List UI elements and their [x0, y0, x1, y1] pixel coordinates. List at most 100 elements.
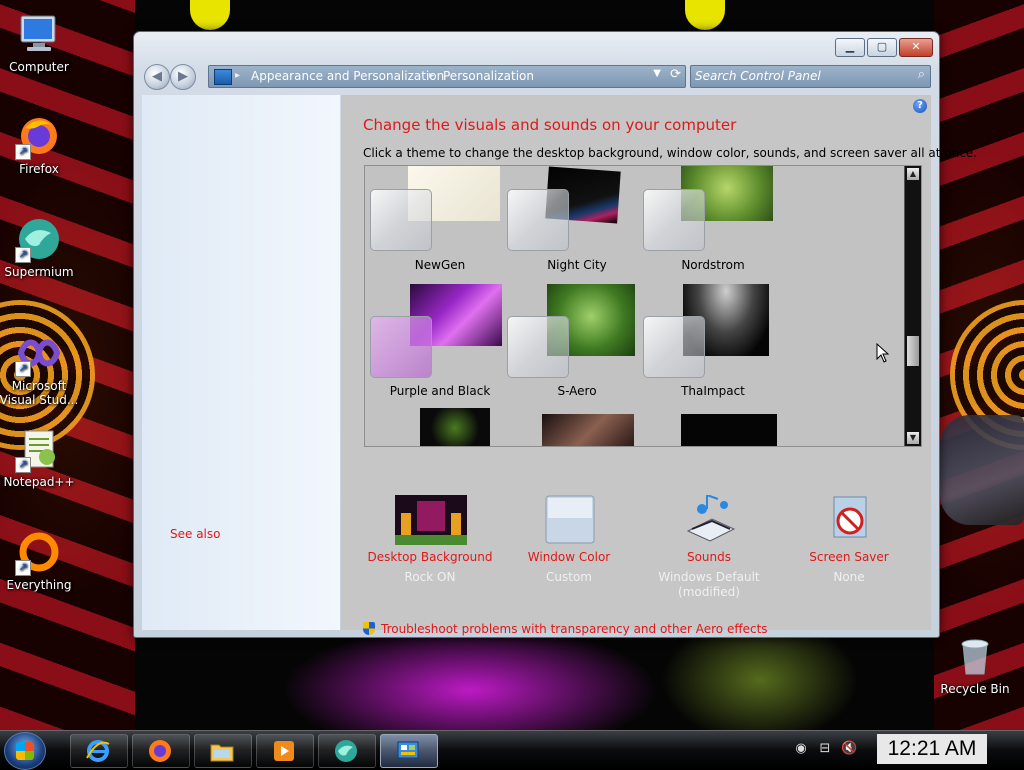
- theme-item[interactable]: [507, 414, 647, 446]
- customize-value: None: [833, 570, 865, 584]
- theme-item-night-city[interactable]: Night City: [507, 166, 647, 281]
- theme-name: Purple and Black: [389, 384, 491, 398]
- desktop-icon-recycle-bin[interactable]: Recycle Bin: [935, 632, 1015, 696]
- scroll-down-icon[interactable]: ▼: [907, 432, 919, 444]
- close-button[interactable]: ✕: [899, 38, 933, 57]
- search-input[interactable]: [695, 68, 905, 84]
- theme-item-thaimpact[interactable]: ThaImpact: [643, 284, 783, 404]
- customize-label: Desktop Background: [367, 550, 493, 564]
- mouse-cursor-icon: [876, 343, 890, 363]
- internet-explorer-icon: [86, 740, 110, 762]
- see-also-taskbar[interactable]: [170, 575, 295, 587]
- desktop-icon-label: Microsoft Visual Stud...: [0, 379, 79, 407]
- theme-preview: [681, 414, 777, 446]
- desktop-icon-supermium[interactable]: ↗ Supermium: [0, 215, 79, 279]
- wallpaper-guitar: [940, 415, 1024, 525]
- search-icon[interactable]: ⌕: [918, 67, 925, 82]
- theme-glass-swatch: [643, 316, 705, 378]
- start-button[interactable]: [4, 732, 46, 770]
- notepadpp-icon: ↗: [15, 425, 63, 473]
- navigation-bar: ◀ ▶ ▸ Appearance and Personalization ▸ P…: [142, 63, 931, 91]
- shortcut-arrow-icon: ↗: [15, 247, 31, 263]
- theme-name: S-Aero: [557, 384, 597, 398]
- control-panel-icon: [214, 69, 232, 85]
- window-color-link[interactable]: Window Color Custom: [499, 495, 639, 585]
- theme-glass-swatch: [507, 316, 569, 378]
- forward-button[interactable]: ▶: [170, 64, 196, 90]
- show-hidden-icons-icon[interactable]: ◉: [793, 741, 809, 757]
- volume-muted-icon[interactable]: 🔇: [841, 741, 857, 757]
- taskbar-media-player[interactable]: [256, 734, 314, 768]
- customize-label: Screen Saver: [809, 550, 889, 564]
- breadcrumb-separator-icon: ▸: [429, 70, 435, 81]
- personalization-window: ▁ ▢ ✕ ◀ ▶ ▸ Appearance and Personalizati…: [133, 31, 977, 638]
- theme-item[interactable]: [643, 414, 783, 446]
- firefox-icon: ↗: [15, 112, 63, 160]
- refresh-icon[interactable]: ⟳: [670, 67, 681, 82]
- theme-glass-swatch: [370, 316, 432, 378]
- task-link-control-panel-home[interactable]: [170, 115, 280, 127]
- screen-saver-link[interactable]: Screen Saver None: [779, 495, 919, 585]
- shortcut-arrow-icon: ↗: [15, 560, 31, 576]
- theme-preview: [542, 414, 634, 446]
- see-also-ease-of-access[interactable]: [170, 598, 282, 610]
- troubleshoot-link[interactable]: Troubleshoot problems with transparency …: [363, 622, 768, 636]
- taskbar-control-panel[interactable]: [380, 734, 438, 768]
- sounds-link[interactable]: Sounds Windows Default (modified): [639, 493, 779, 600]
- desktop-icon-everything[interactable]: ↗ Everything: [0, 528, 79, 592]
- task-link-change-desktop-icons[interactable]: [170, 145, 288, 157]
- breadcrumb-appearance[interactable]: Appearance and Personalization: [251, 68, 444, 84]
- theme-item-newgen[interactable]: NewGen: [370, 166, 510, 281]
- shield-icon: [363, 622, 375, 635]
- chevron-down-icon[interactable]: ▼: [653, 68, 661, 79]
- breadcrumb-separator-icon: ▸: [235, 70, 241, 81]
- taskbar-internet-explorer[interactable]: [70, 734, 128, 768]
- theme-item[interactable]: [370, 408, 510, 446]
- back-button[interactable]: ◀: [144, 64, 170, 90]
- taskbar-file-explorer[interactable]: [194, 734, 252, 768]
- theme-list-scrollbar[interactable]: ▲ ▼: [904, 166, 921, 446]
- desktop-icon-visual-studio[interactable]: ↗ Microsoft Visual Stud...: [0, 329, 79, 407]
- theme-glass-swatch: [643, 189, 705, 251]
- scroll-up-icon[interactable]: ▲: [907, 168, 919, 180]
- clock[interactable]: 12:21 AM: [877, 734, 987, 764]
- scroll-thumb[interactable]: [907, 336, 919, 366]
- file-explorer-icon: [210, 744, 234, 762]
- help-icon[interactable]: ?: [913, 99, 927, 113]
- wallpaper-yellow-shape: [190, 0, 230, 30]
- content-pane: ? Change the visuals and sounds on your …: [341, 95, 977, 636]
- maximize-button[interactable]: ▢: [867, 38, 897, 57]
- desktop-icon-firefox[interactable]: ↗ Firefox: [0, 112, 79, 176]
- media-player-icon: [274, 741, 294, 761]
- theme-glass-swatch: [507, 189, 569, 251]
- taskbar-firefox[interactable]: [132, 734, 190, 768]
- theme-item-nordstrom[interactable]: Nordstrom: [643, 166, 783, 281]
- network-icon[interactable]: ⊟: [817, 741, 833, 757]
- theme-glass-swatch: [370, 189, 432, 251]
- task-link-change-mouse-pointers[interactable]: [170, 168, 295, 180]
- theme-item-purple-and-black[interactable]: Purple and Black: [370, 284, 510, 404]
- customize-label: Sounds: [686, 550, 732, 564]
- shortcut-arrow-icon: ↗: [15, 457, 31, 473]
- task-link-change-account-picture[interactable]: [170, 191, 325, 203]
- customize-value: Windows Default (modified): [658, 570, 760, 599]
- desktop-icon-label: Everything: [6, 578, 72, 592]
- taskbar-supermium[interactable]: [318, 734, 376, 768]
- theme-item-s-aero[interactable]: S-Aero: [507, 284, 647, 404]
- see-also-display[interactable]: [170, 553, 205, 565]
- minimize-button[interactable]: ▁: [835, 38, 865, 57]
- theme-list[interactable]: NewGen Night City Nordstrom Purple and B…: [364, 165, 922, 447]
- theme-preview: [420, 408, 490, 446]
- everything-icon: ↗: [15, 528, 63, 576]
- breadcrumb-personalization[interactable]: Personalization: [443, 68, 534, 84]
- search-box[interactable]: ⌕: [690, 65, 931, 88]
- taskbar: ◉ ⊟ 🔇 12:21 AM: [0, 730, 1024, 770]
- recycle-bin-icon: [951, 632, 999, 680]
- shortcut-arrow-icon: ↗: [15, 361, 31, 377]
- windows-logo-icon: [16, 742, 34, 760]
- desktop-icon-notepadpp[interactable]: ↗ Notepad++: [0, 425, 79, 489]
- desktop-background-link[interactable]: Desktop Background Rock ON: [360, 495, 500, 585]
- address-bar[interactable]: ▸ Appearance and Personalization ▸ Perso…: [208, 65, 686, 88]
- desktop-icon-computer[interactable]: Computer: [0, 10, 79, 74]
- desktop-background-icon: [395, 495, 467, 545]
